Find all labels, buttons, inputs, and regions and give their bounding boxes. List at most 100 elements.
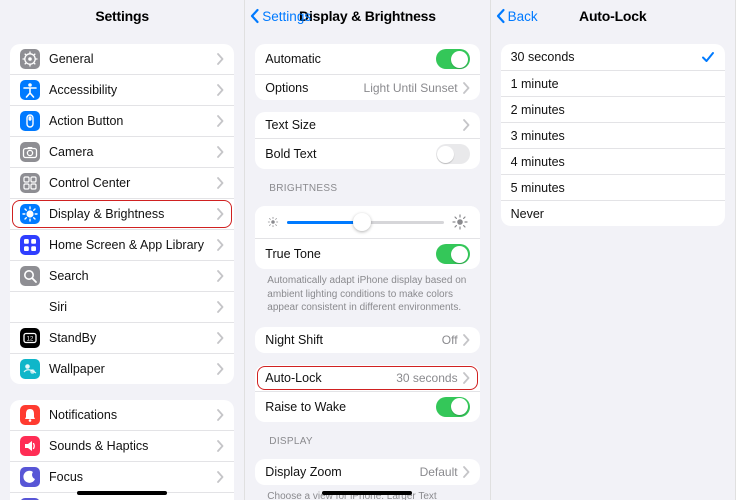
settings-row-camera[interactable]: Camera <box>10 136 234 167</box>
chevron-right-icon <box>462 466 470 478</box>
chevron-right-icon <box>216 332 224 344</box>
page-title: Settings <box>95 8 149 24</box>
settings-row-wallpaper[interactable]: Wallpaper <box>10 353 234 384</box>
chevron-right-icon <box>216 471 224 483</box>
chevron-right-icon <box>216 409 224 421</box>
true-tone-row[interactable]: True Tone <box>255 238 479 269</box>
chevron-right-icon <box>216 208 224 220</box>
control-icon <box>20 173 40 193</box>
back-button[interactable]: Back <box>495 0 538 32</box>
settings-row-notif[interactable]: Notifications <box>10 400 234 430</box>
nav-bar: Back Auto-Lock <box>491 0 735 32</box>
display-zoom-row[interactable]: Display Zoom Default <box>255 459 479 485</box>
text-group: Text Size Bold Text <box>255 112 479 169</box>
option-label: 5 minutes <box>511 181 715 195</box>
lock-group: Auto-Lock 30 seconds Raise to Wake <box>255 365 479 422</box>
row-label: Wallpaper <box>49 362 216 376</box>
brightness-slider[interactable] <box>287 221 443 224</box>
chevron-right-icon <box>462 119 470 131</box>
chevron-left-icon <box>495 8 507 24</box>
options-row[interactable]: Options Light Until Sunset <box>255 74 479 100</box>
chevron-right-icon <box>462 334 470 346</box>
bold-text-toggle[interactable] <box>436 144 470 164</box>
chevron-right-icon <box>216 363 224 375</box>
row-label: Focus <box>49 470 216 484</box>
row-label: Action Button <box>49 114 216 128</box>
chevron-right-icon <box>216 146 224 158</box>
row-label: Sounds & Haptics <box>49 439 216 453</box>
notif-icon <box>20 405 40 425</box>
true-tone-footer: Automatically adapt iPhone display based… <box>267 274 467 315</box>
brightness-slider-row[interactable] <box>255 206 479 238</box>
auto-lock-option[interactable]: 5 minutes <box>501 174 725 200</box>
option-label: 4 minutes <box>511 155 715 169</box>
back-button[interactable]: Settings <box>249 0 311 32</box>
settings-row-focus[interactable]: Focus <box>10 461 234 492</box>
settings-group-1: General Accessibility Action Button Camera C… <box>10 44 234 384</box>
auto-lock-option[interactable]: 3 minutes <box>501 122 725 148</box>
text-size-row[interactable]: Text Size <box>255 112 479 138</box>
night-shift-group: Night Shift Off <box>255 327 479 353</box>
chevron-right-icon <box>216 239 224 251</box>
chevron-right-icon <box>216 177 224 189</box>
home-icon <box>20 235 40 255</box>
auto-lock-option[interactable]: 1 minute <box>501 70 725 96</box>
settings-group-2: NotificationsSounds & HapticsFocusScreen… <box>10 400 234 500</box>
automatic-toggle[interactable] <box>436 49 470 69</box>
true-tone-toggle[interactable] <box>436 244 470 264</box>
automatic-row[interactable]: Automatic <box>255 44 479 74</box>
settings-row-display[interactable]: Display & Brightness <box>10 198 234 229</box>
settings-row-sounds[interactable]: Sounds & Haptics <box>10 430 234 461</box>
settings-row-search[interactable]: Search <box>10 260 234 291</box>
row-label: Home Screen & App Library <box>49 238 216 252</box>
page-title: Auto-Lock <box>579 8 646 24</box>
auto-lock-option[interactable]: Never <box>501 200 725 226</box>
auto-lock-row[interactable]: Auto-Lock 30 seconds <box>255 365 479 391</box>
sounds-icon <box>20 436 40 456</box>
chevron-right-icon <box>462 82 470 94</box>
settings-root-panel: Settings General Accessibility Action Butt… <box>0 0 245 500</box>
chevron-left-icon <box>249 8 261 24</box>
night-shift-row[interactable]: Night Shift Off <box>255 327 479 353</box>
auto-lock-option[interactable]: 30 seconds <box>501 44 725 70</box>
home-indicator[interactable] <box>77 491 167 495</box>
option-label: 30 seconds <box>511 50 701 64</box>
chevron-right-icon <box>216 270 224 282</box>
sun-small-icon <box>267 216 279 228</box>
brightness-group: True Tone <box>255 206 479 269</box>
nav-bar: Settings <box>0 0 244 32</box>
row-label: Notifications <box>49 408 216 422</box>
display-brightness-panel: Settings Display & Brightness Automatic … <box>245 0 490 500</box>
option-label: 2 minutes <box>511 103 715 117</box>
chevron-right-icon <box>216 115 224 127</box>
row-label: StandBy <box>49 331 216 345</box>
nav-bar: Settings Display & Brightness <box>245 0 489 32</box>
auto-lock-option[interactable]: 2 minutes <box>501 96 725 122</box>
row-label: General <box>49 52 216 66</box>
brightness-header: BRIGHTNESS <box>269 183 479 194</box>
settings-row-general[interactable]: General <box>10 44 234 74</box>
raise-to-wake-toggle[interactable] <box>436 397 470 417</box>
row-label: Camera <box>49 145 216 159</box>
svg-text:12: 12 <box>27 337 34 343</box>
checkmark-icon <box>701 50 715 64</box>
row-label: Accessibility <box>49 83 216 97</box>
option-label: 3 minutes <box>511 129 715 143</box>
auto-lock-options: 30 seconds 1 minute 2 minutes 3 minutes 4 mi… <box>501 44 725 226</box>
settings-row-standby[interactable]: 12 StandBy <box>10 322 234 353</box>
settings-row-home[interactable]: Home Screen & App Library <box>10 229 234 260</box>
chevron-right-icon <box>216 440 224 452</box>
focus-icon <box>20 467 40 487</box>
settings-row-action[interactable]: Action Button <box>10 105 234 136</box>
display-icon <box>20 204 40 224</box>
home-indicator[interactable] <box>322 491 412 495</box>
auto-lock-option[interactable]: 4 minutes <box>501 148 725 174</box>
standby-icon: 12 <box>20 328 40 348</box>
display-group: Display Zoom Default <box>255 459 479 485</box>
option-label: 1 minute <box>511 77 715 91</box>
raise-to-wake-row[interactable]: Raise to Wake <box>255 391 479 422</box>
bold-text-row[interactable]: Bold Text <box>255 138 479 169</box>
settings-row-accessibility[interactable]: Accessibility <box>10 74 234 105</box>
settings-row-siri[interactable]: Siri <box>10 291 234 322</box>
settings-row-control[interactable]: Control Center <box>10 167 234 198</box>
